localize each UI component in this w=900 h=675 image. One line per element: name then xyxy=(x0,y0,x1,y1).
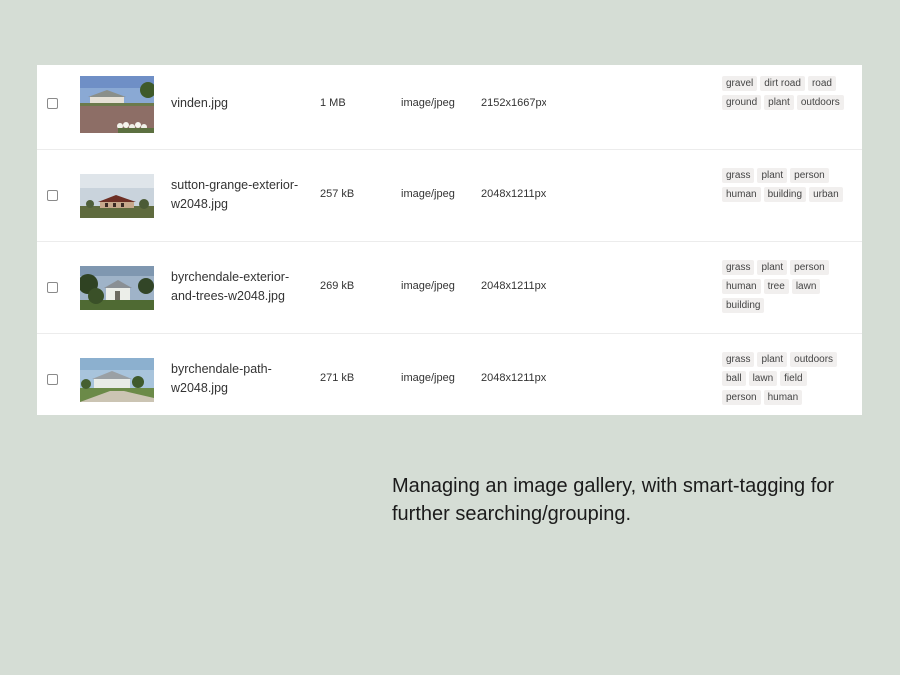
tag[interactable]: human xyxy=(722,279,761,294)
row-checkbox[interactable] xyxy=(47,374,58,385)
file-size: 269 kB xyxy=(320,280,355,292)
tag[interactable]: gravel xyxy=(722,76,758,91)
table-row[interactable]: vinden.jpg 1 MB image/jpeg 2152x1667px g… xyxy=(37,65,862,150)
table-row[interactable]: byrchendale-path-w2048.jpg 271 kB image/… xyxy=(37,334,862,415)
tag-list: gravel dirt road road ground plant outdo… xyxy=(722,76,847,110)
tag[interactable]: plant xyxy=(757,168,788,183)
tag[interactable]: person xyxy=(790,260,829,275)
tag[interactable]: grass xyxy=(722,260,755,275)
tag-list: grass plant person human tree lawn build… xyxy=(722,260,847,313)
image-dimensions: 2048x1211px xyxy=(481,188,546,200)
tag-list: grass plant outdoors ball lawn field per… xyxy=(722,352,847,405)
file-name: byrchendale-exterior-and-trees-w2048.jpg xyxy=(171,270,290,303)
image-thumbnail[interactable] xyxy=(80,76,154,133)
image-dimensions: 2048x1211px xyxy=(481,372,546,384)
tag[interactable]: outdoors xyxy=(796,95,844,110)
tag[interactable]: urban xyxy=(809,187,843,202)
tag[interactable]: grass xyxy=(722,352,755,367)
file-name: vinden.jpg xyxy=(171,96,228,110)
file-name: sutton-grange-exterior-w2048.jpg xyxy=(171,178,299,211)
table-row[interactable]: sutton-grange-exterior-w2048.jpg 257 kB … xyxy=(37,150,862,242)
tag[interactable]: building xyxy=(763,187,807,202)
thumbnail-house-trees xyxy=(80,266,154,310)
table-row[interactable]: byrchendale-exterior-and-trees-w2048.jpg… xyxy=(37,242,862,334)
tag-list: grass plant person human building urban xyxy=(722,168,847,202)
tag[interactable]: field xyxy=(780,371,807,386)
tag[interactable]: lawn xyxy=(748,371,778,386)
tag[interactable]: road xyxy=(807,76,836,91)
tag[interactable]: plant xyxy=(764,95,794,110)
image-dimensions: 2048x1211px xyxy=(481,280,546,292)
feature-caption: Managing an image gallery, with smart-ta… xyxy=(392,475,835,525)
file-size: 1 MB xyxy=(320,97,346,109)
tag[interactable]: human xyxy=(763,390,803,405)
tag[interactable]: person xyxy=(722,390,761,405)
image-thumbnail[interactable] xyxy=(80,266,154,310)
thumbnail-path-lawn xyxy=(80,358,154,402)
row-checkbox[interactable] xyxy=(47,282,58,293)
file-type: image/jpeg xyxy=(401,372,455,384)
file-type: image/jpeg xyxy=(401,97,455,109)
image-thumbnail[interactable] xyxy=(80,174,154,218)
tag[interactable]: building xyxy=(722,298,765,313)
thumbnail-house-gravel xyxy=(80,76,154,133)
thumbnail-homestead xyxy=(80,174,154,218)
tag[interactable]: person xyxy=(790,168,829,183)
file-type: image/jpeg xyxy=(401,188,455,200)
image-dimensions: 2152x1667px xyxy=(481,97,546,109)
tag[interactable]: lawn xyxy=(791,279,821,294)
tag[interactable]: plant xyxy=(757,352,788,367)
tag[interactable]: outdoors xyxy=(790,352,838,367)
tag[interactable]: human xyxy=(722,187,761,202)
tag[interactable]: dirt road xyxy=(760,76,805,91)
image-gallery-table: vinden.jpg 1 MB image/jpeg 2152x1667px g… xyxy=(37,65,862,415)
tag[interactable]: plant xyxy=(757,260,788,275)
file-size: 271 kB xyxy=(320,372,355,384)
tag[interactable]: ball xyxy=(722,371,746,386)
file-name: byrchendale-path-w2048.jpg xyxy=(171,362,272,395)
image-thumbnail[interactable] xyxy=(80,358,154,402)
row-checkbox[interactable] xyxy=(47,190,58,201)
file-size: 257 kB xyxy=(320,188,355,200)
tag[interactable]: grass xyxy=(722,168,755,183)
tag[interactable]: ground xyxy=(722,95,762,110)
file-type: image/jpeg xyxy=(401,280,455,292)
row-checkbox[interactable] xyxy=(47,98,58,109)
tag[interactable]: tree xyxy=(763,279,789,294)
